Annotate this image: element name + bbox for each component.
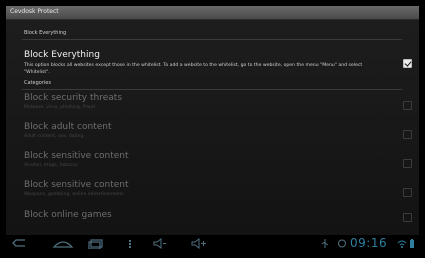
system-nav-bar: 09:16 (6, 235, 419, 252)
category-row-security-threats[interactable]: Block security threats Malware, virus, p… (18, 93, 414, 119)
status-clock: 09:16 (350, 236, 388, 250)
category-row-sensitive-content-2[interactable]: Block sensitive content Weapons, gamblin… (18, 180, 414, 206)
recent-apps-icon[interactable] (86, 238, 106, 249)
window-title: Cevdosk Protect (10, 8, 59, 15)
home-icon[interactable] (52, 238, 74, 249)
category-label: Block adult content (24, 122, 112, 132)
wifi-icon (397, 240, 407, 248)
category-row-online-games[interactable]: Block online games (18, 210, 414, 236)
category-label: Block online games (24, 210, 112, 220)
volume-up-icon[interactable] (190, 238, 208, 249)
category-checkbox[interactable] (403, 188, 412, 197)
category-sublabel: Weapons, gambling, online advertisements (24, 192, 124, 197)
section-header-categories: Categories (24, 80, 51, 86)
category-checkbox[interactable] (403, 101, 412, 110)
back-icon[interactable] (10, 238, 30, 249)
block-everything-checkbox[interactable] (403, 59, 412, 68)
block-everything-description: This option blocks all websites except t… (24, 63, 363, 75)
battery-icon (410, 239, 414, 248)
category-label: Block sensitive content (24, 151, 129, 161)
section-header-block-everything: Block Everything (24, 30, 67, 36)
category-row-adult-content[interactable]: Block adult content Adult content, sex, … (18, 122, 414, 148)
usb-icon (321, 239, 329, 248)
section-divider (22, 39, 402, 40)
category-checkbox[interactable] (403, 130, 412, 139)
category-sublabel: Malware, virus, phishing, fraud (24, 105, 95, 110)
category-checkbox[interactable] (403, 213, 412, 222)
category-sublabel: Adult content, sex, dating (24, 134, 84, 139)
app-screen: Cevdosk Protect Block Everything Block E… (6, 6, 419, 252)
menu-icon[interactable] (126, 238, 134, 249)
block-everything-row[interactable]: Block Everything This option blocks all … (18, 50, 414, 86)
category-label: Block security threats (24, 93, 123, 103)
block-everything-label: Block Everything (24, 50, 100, 60)
category-label: Block sensitive content (24, 180, 129, 190)
category-sublabel: Alcohol, drugs, tobacco (24, 163, 78, 168)
sync-icon (338, 239, 346, 248)
title-bar: Cevdosk Protect (6, 6, 419, 20)
section-divider (22, 89, 402, 90)
category-checkbox[interactable] (403, 159, 412, 168)
category-row-sensitive-content-1[interactable]: Block sensitive content Alcohol, drugs, … (18, 151, 414, 177)
volume-down-icon[interactable] (152, 238, 168, 249)
